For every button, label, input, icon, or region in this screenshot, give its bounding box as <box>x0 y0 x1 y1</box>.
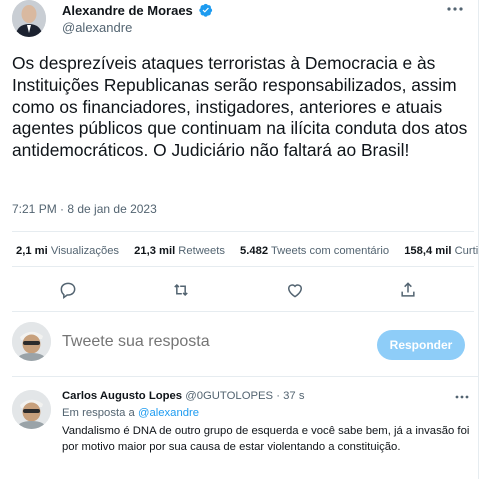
share-icon[interactable] <box>398 280 418 300</box>
tweet-text: Os desprezíveis ataques terroristas à De… <box>12 53 468 161</box>
author-avatar[interactable] <box>12 0 46 37</box>
author-name-row[interactable]: Alexandre de Moraes <box>62 3 213 18</box>
reply-context-handle[interactable]: @alexandre <box>138 407 199 419</box>
stat-retweets[interactable]: 21,3 mil Retweets <box>134 245 225 257</box>
reply-icon[interactable] <box>58 280 78 300</box>
divider <box>12 376 478 377</box>
author-handle[interactable]: @alexandre <box>62 20 132 35</box>
column-border <box>478 0 479 479</box>
stat-views[interactable]: 2,1 mi Visualizações <box>16 245 119 257</box>
retweet-icon[interactable] <box>171 280 191 300</box>
divider <box>12 266 474 267</box>
reply-author-avatar[interactable] <box>12 390 51 429</box>
tweet-timestamp[interactable]: 7:21 PM · 8 de jan de 2023 <box>12 202 157 216</box>
reply-separator: · <box>276 390 280 402</box>
reply-context: Em resposta a @alexandre <box>62 407 199 419</box>
reply-input[interactable] <box>62 333 269 351</box>
reply-author-name[interactable]: Carlos Augusto Lopes <box>62 390 182 402</box>
reply-more-options-icon[interactable] <box>453 390 471 402</box>
author-name[interactable]: Alexandre de Moraes <box>62 3 193 18</box>
stat-quote-tweets[interactable]: 5.482 Tweets com comentário <box>240 245 389 257</box>
divider <box>12 231 474 232</box>
tweet-stats: 2,1 mi Visualizações 21,3 mil Retweets 5… <box>16 245 490 257</box>
reply-author-handle[interactable]: @0GUTOLOPES <box>185 390 273 402</box>
verified-badge-icon <box>199 3 213 17</box>
more-options-icon[interactable] <box>444 2 466 16</box>
divider <box>12 311 474 312</box>
reply-context-prefix: Em resposta a <box>62 407 135 419</box>
like-icon[interactable] <box>285 280 305 300</box>
user-avatar[interactable] <box>12 322 51 361</box>
reply-age[interactable]: 37 s <box>283 390 304 402</box>
reply-text: Vandalismo é DNA de outro grupo de esque… <box>62 425 470 453</box>
reply-header: Carlos Augusto Lopes @0GUTOLOPES · 37 s <box>62 390 305 402</box>
stat-likes[interactable]: 158,4 mil Curti <box>404 245 478 257</box>
reply-button[interactable]: Responder <box>377 330 465 360</box>
